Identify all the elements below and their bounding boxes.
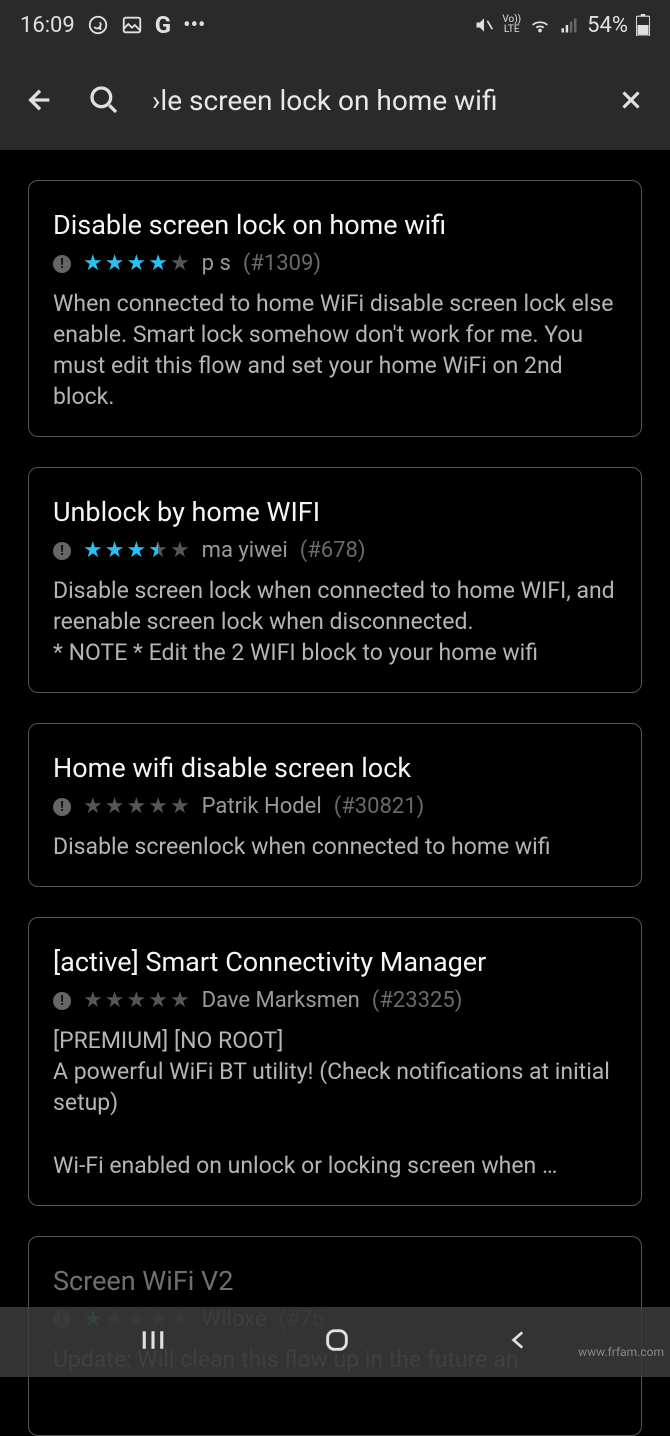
wifi-icon <box>529 14 551 36</box>
back-icon[interactable] <box>24 84 56 116</box>
whatsapp-icon <box>87 14 109 36</box>
result-description: When connected to home WiFi disable scre… <box>53 288 617 412</box>
result-title: Screen WiFi V2 <box>53 1265 617 1297</box>
result-description: Disable screen lock when connected to ho… <box>53 575 617 668</box>
volte-icon: Vo)) LTE <box>502 15 521 35</box>
battery-icon <box>636 14 650 36</box>
nav-bar <box>0 1307 670 1377</box>
result-id: (#30821) <box>334 794 425 819</box>
app-bar: ›le screen lock on home wifi <box>0 50 670 150</box>
rating-stars: ★★★★★ <box>83 251 190 276</box>
google-icon: G <box>155 11 171 39</box>
image-icon <box>121 14 143 36</box>
search-icon[interactable] <box>88 84 120 116</box>
result-card[interactable]: Disable screen lock on home wifi ! ★★★★★… <box>28 180 642 437</box>
rating-stars: ★★★★★ <box>83 988 190 1013</box>
result-description: Disable screenlock when connected to hom… <box>53 831 617 862</box>
result-id: (#1309) <box>243 251 321 276</box>
result-card[interactable]: Unblock by home WIFI ! ★★★★★ ma yiwei (#… <box>28 467 642 693</box>
status-time: 16:09 <box>20 13 75 38</box>
status-bar: 16:09 G ••• Vo)) LTE 54% <box>0 0 670 50</box>
alert-icon: ! <box>53 255 71 273</box>
result-id: (#23325) <box>372 988 463 1013</box>
close-icon[interactable] <box>616 85 646 115</box>
rating-stars: ★★★★★ <box>83 538 190 563</box>
result-description: [PREMIUM] [NO ROOT] A powerful WiFi BT u… <box>53 1025 617 1180</box>
result-author: ma yiwei <box>202 538 288 563</box>
watermark: www.frfam.com <box>578 1345 664 1359</box>
search-input[interactable]: ›le screen lock on home wifi <box>152 84 584 117</box>
result-author: Patrik Hodel <box>202 794 322 819</box>
result-meta: ! ★★★★★ ma yiwei (#678) <box>53 538 617 563</box>
result-author: p s <box>202 251 231 276</box>
result-id: (#678) <box>300 538 366 563</box>
result-title: Home wifi disable screen lock <box>53 752 617 784</box>
alert-icon: ! <box>53 542 71 560</box>
signal-icon <box>559 15 579 35</box>
battery-percent: 54% <box>587 13 628 38</box>
result-author: Dave Marksmen <box>202 988 360 1013</box>
result-meta: ! ★★★★★ Patrik Hodel (#30821) <box>53 794 617 819</box>
result-meta: ! ★★★★★ Dave Marksmen (#23325) <box>53 988 617 1013</box>
more-icon: ••• <box>183 13 205 38</box>
result-card[interactable]: Home wifi disable screen lock ! ★★★★★ Pa… <box>28 723 642 887</box>
rating-stars: ★★★★★ <box>83 794 190 819</box>
home-button[interactable] <box>323 1326 351 1358</box>
alert-icon: ! <box>53 798 71 816</box>
result-meta: ! ★★★★★ p s (#1309) <box>53 251 617 276</box>
mute-icon <box>474 15 494 35</box>
result-title: [active] Smart Connectivity Manager <box>53 946 617 978</box>
recents-button[interactable] <box>138 1325 168 1359</box>
result-title: Unblock by home WIFI <box>53 496 617 528</box>
alert-icon: ! <box>53 992 71 1010</box>
results-list: Disable screen lock on home wifi ! ★★★★★… <box>0 150 670 1436</box>
nav-back-button[interactable] <box>506 1327 532 1357</box>
result-card[interactable]: [active] Smart Connectivity Manager ! ★★… <box>28 917 642 1205</box>
result-title: Disable screen lock on home wifi <box>53 209 617 241</box>
